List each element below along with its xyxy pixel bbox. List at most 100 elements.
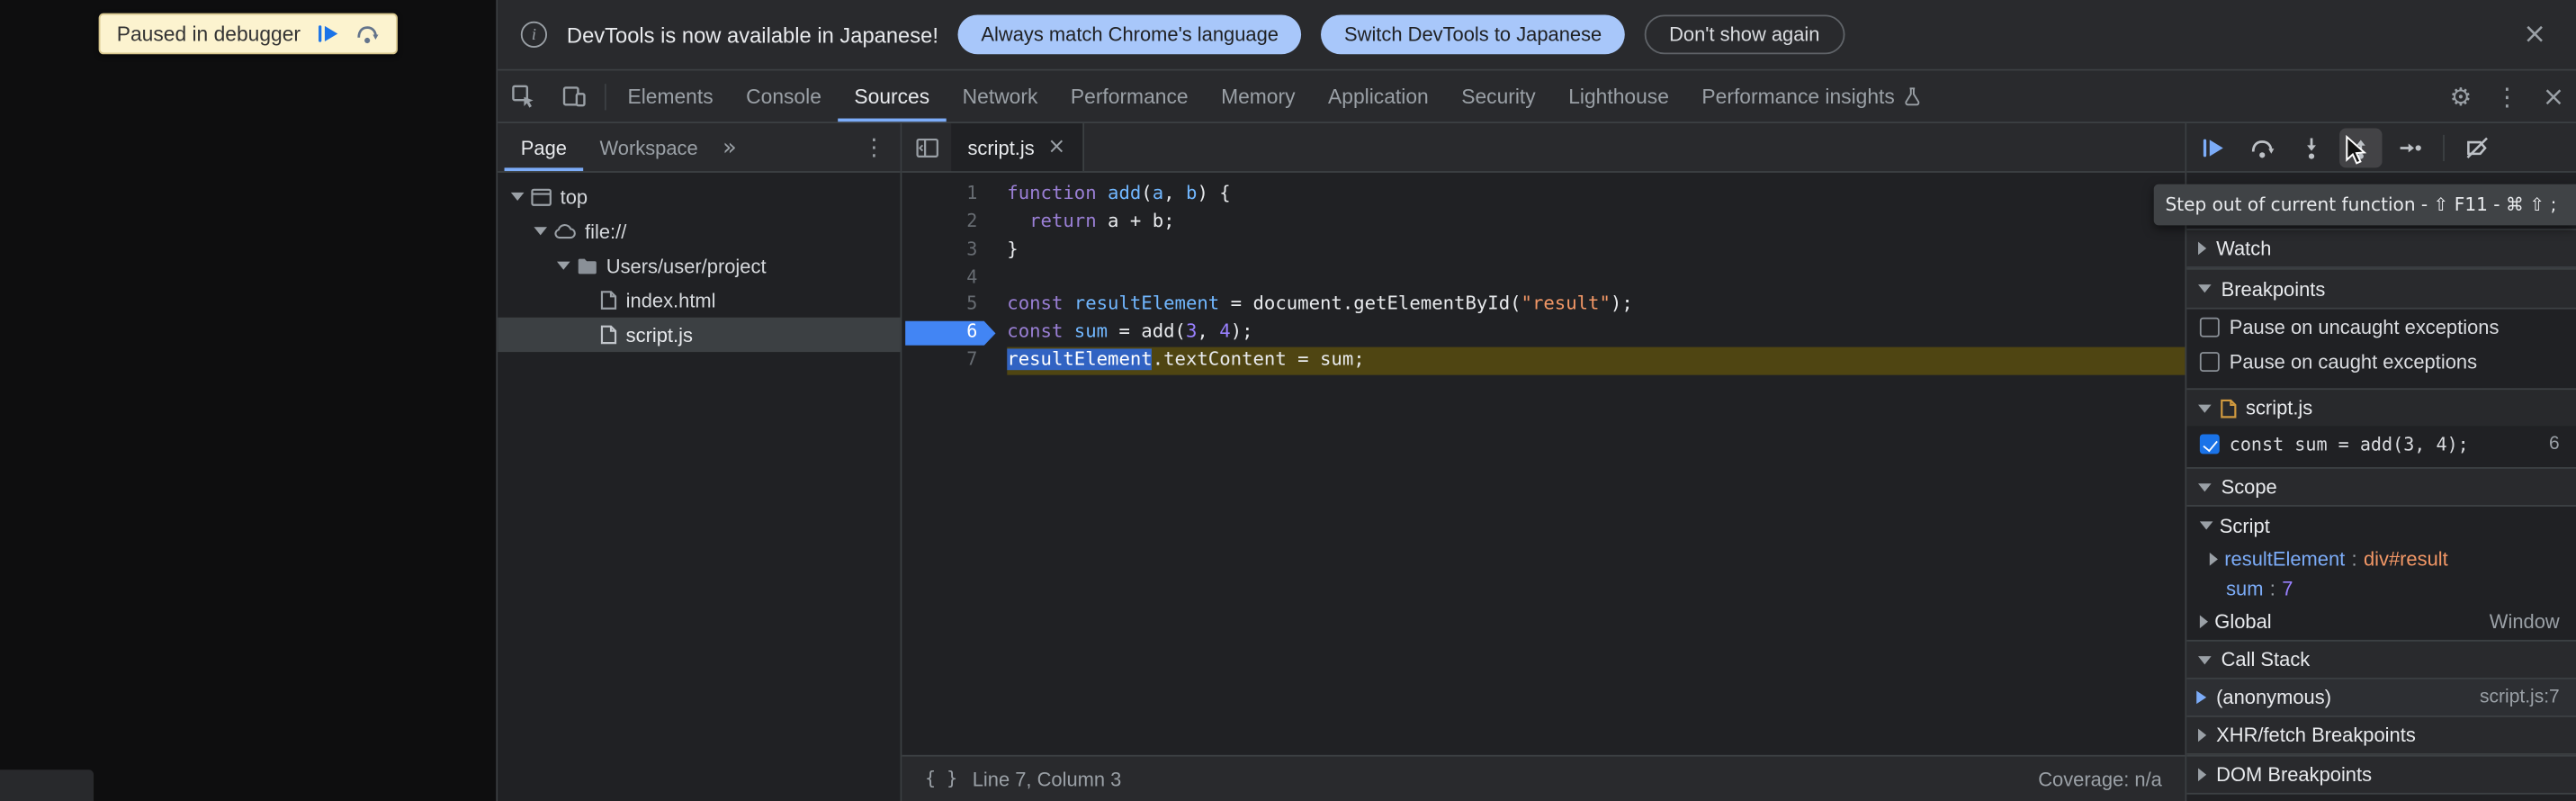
scope-var-sum[interactable]: sum: 7 — [2186, 574, 2576, 604]
mouse-cursor — [2345, 135, 2368, 168]
breakpoint-file-group[interactable]: script.js — [2186, 388, 2576, 426]
scope-script-row[interactable]: Script — [2186, 507, 2576, 544]
editor-tabbar: script.js × — [902, 123, 2185, 173]
code-line-breakpoint[interactable]: const sum = add(3, 4); — [1007, 320, 2185, 347]
collapse-icon — [2198, 655, 2212, 663]
checkbox-unchecked[interactable] — [2200, 317, 2220, 337]
scope-var-result-element[interactable]: resultElement: div#result — [2186, 544, 2576, 574]
editor-statusbar: { } Line 7, Column 3 Coverage: n/a — [902, 755, 2185, 801]
file-icon — [599, 290, 617, 311]
pause-caught-exceptions-row[interactable]: Pause on caught exceptions — [2186, 344, 2576, 378]
tab-network[interactable]: Network — [946, 71, 1054, 122]
line-number[interactable]: 3 — [902, 237, 1001, 265]
section-call-stack[interactable]: Call Stack — [2186, 640, 2576, 680]
page-status-bubble — [0, 770, 94, 801]
code-line[interactable]: function add(a, b) { — [1007, 181, 2185, 209]
settings-gear-icon[interactable]: ⚙ — [2438, 71, 2483, 122]
step-button[interactable] — [2389, 128, 2431, 167]
coverage-label: Coverage: n/a — [2038, 768, 2162, 791]
collapse-icon — [2198, 242, 2206, 256]
current-frame-icon — [2196, 691, 2206, 705]
step-into-button[interactable] — [2290, 128, 2332, 167]
cloud-icon — [553, 223, 577, 239]
tab-security[interactable]: Security — [1445, 71, 1552, 122]
tree-item-project-folder[interactable]: Users/user/project — [498, 248, 900, 283]
scope-global-row[interactable]: Global Window — [2186, 604, 2576, 640]
call-stack-frame[interactable]: (anonymous) script.js:7 — [2186, 680, 2576, 716]
frame-icon — [531, 186, 552, 206]
code-line[interactable]: } — [1007, 237, 2185, 265]
file-icon — [599, 324, 617, 346]
line-number[interactable]: 7 — [902, 347, 1001, 375]
code-editor[interactable]: 1 2 3 4 5 6 7 function add(a, b) { retur… — [902, 173, 2185, 755]
resume-script-icon[interactable] — [315, 22, 339, 46]
flask-icon — [1903, 86, 1923, 107]
editor-tab-script-js[interactable]: script.js × — [951, 123, 1083, 171]
navigator-pane: Page Workspace » ⋮ top file:// — [498, 123, 902, 801]
pretty-print-icon[interactable]: { } — [925, 768, 957, 789]
breakpoint-line-number[interactable]: 6 — [902, 320, 1001, 347]
checkbox-checked[interactable] — [2200, 434, 2220, 454]
tab-performance[interactable]: Performance — [1055, 71, 1205, 122]
expander-icon — [557, 262, 570, 270]
tree-item-top[interactable]: top — [498, 179, 900, 213]
tree-item-file-scheme[interactable]: file:// — [498, 214, 900, 248]
kebab-menu-icon[interactable]: ⋮ — [2483, 71, 2531, 122]
editor-pane: script.js × 1 2 3 4 5 6 7 func — [902, 123, 2185, 801]
toolbar-right-cluster: ⚙ ⋮ × — [2438, 71, 2576, 122]
navigator-tab-page[interactable]: Page — [505, 123, 584, 171]
main-toolbar: Elements Console Sources Network Perform… — [498, 71, 2576, 123]
toggle-navigator-icon[interactable] — [902, 123, 951, 171]
tab-performance-insights[interactable]: Performance insights — [1685, 71, 1939, 122]
devtools-close-icon[interactable]: × — [2531, 71, 2576, 122]
inspect-element-icon[interactable] — [498, 71, 549, 122]
execution-line[interactable]: resultElement.textContent = sum; — [1007, 347, 2185, 375]
checkbox-unchecked[interactable] — [2200, 351, 2220, 371]
code-line[interactable]: return a + b; — [1007, 209, 2185, 237]
navigator-menu-icon[interactable]: ⋮ — [848, 123, 900, 171]
resume-button[interactable] — [2192, 128, 2234, 167]
code-line[interactable]: const resultElement = document.getElemen… — [1007, 292, 2185, 320]
pause-uncaught-exceptions-row[interactable]: Pause on uncaught exceptions — [2186, 310, 2576, 344]
tab-application[interactable]: Application — [1312, 71, 1445, 122]
deactivate-breakpoints-button[interactable] — [2456, 128, 2499, 167]
code-line[interactable] — [1007, 264, 2185, 292]
line-number[interactable]: 2 — [902, 209, 1001, 237]
line-number[interactable]: 1 — [902, 181, 1001, 209]
devtools-window: i DevTools is now available in Japanese!… — [496, 0, 2576, 801]
language-infobar: i DevTools is now available in Japanese!… — [498, 0, 2576, 71]
section-scope[interactable]: Scope — [2186, 467, 2576, 507]
step-over-next-icon[interactable] — [355, 22, 379, 46]
breakpoint-entry[interactable]: const sum = add(3, 4); 6 — [2186, 426, 2576, 462]
tree-item-index-html[interactable]: index.html — [498, 283, 900, 317]
tab-console[interactable]: Console — [730, 71, 838, 122]
collapse-icon — [2198, 729, 2206, 742]
tab-lighthouse[interactable]: Lighthouse — [1552, 71, 1685, 122]
collapse-icon — [2198, 482, 2212, 490]
global-value-label: Window — [2490, 610, 2576, 634]
navigator-tab-workspace[interactable]: Workspace — [583, 123, 714, 171]
section-breakpoints[interactable]: Breakpoints — [2186, 268, 2576, 310]
section-watch[interactable]: Watch — [2186, 229, 2576, 268]
breakpoint-line-label: 6 — [2549, 434, 2560, 454]
section-xhr-breakpoints[interactable]: XHR/fetch Breakpoints — [2186, 716, 2576, 755]
line-number[interactable]: 5 — [902, 292, 1001, 320]
navigator-tabbar: Page Workspace » ⋮ — [498, 123, 900, 173]
tab-sources[interactable]: Sources — [838, 71, 946, 122]
match-chrome-language-button[interactable]: Always match Chrome's language — [958, 14, 1302, 54]
tab-close-icon[interactable]: × — [1047, 135, 1065, 159]
dont-show-again-button[interactable]: Don't show again — [1645, 14, 1844, 54]
line-number[interactable]: 4 — [902, 264, 1001, 292]
collapse-icon — [2198, 284, 2212, 292]
more-tabs-icon[interactable]: » — [714, 123, 745, 171]
tab-memory[interactable]: Memory — [1205, 71, 1312, 122]
infobar-close-icon[interactable]: × — [2517, 21, 2554, 49]
step-over-button[interactable] — [2241, 128, 2284, 167]
script-file-icon — [2220, 397, 2238, 418]
section-dom-breakpoints[interactable]: DOM Breakpoints — [2186, 755, 2576, 795]
tree-item-script-js[interactable]: script.js — [498, 318, 900, 352]
code-lines[interactable]: function add(a, b) { return a + b; } con… — [1001, 181, 2185, 755]
device-toolbar-icon[interactable] — [549, 71, 600, 122]
tab-elements[interactable]: Elements — [611, 71, 730, 122]
switch-devtools-japanese-button[interactable]: Switch DevTools to Japanese — [1321, 14, 1624, 54]
